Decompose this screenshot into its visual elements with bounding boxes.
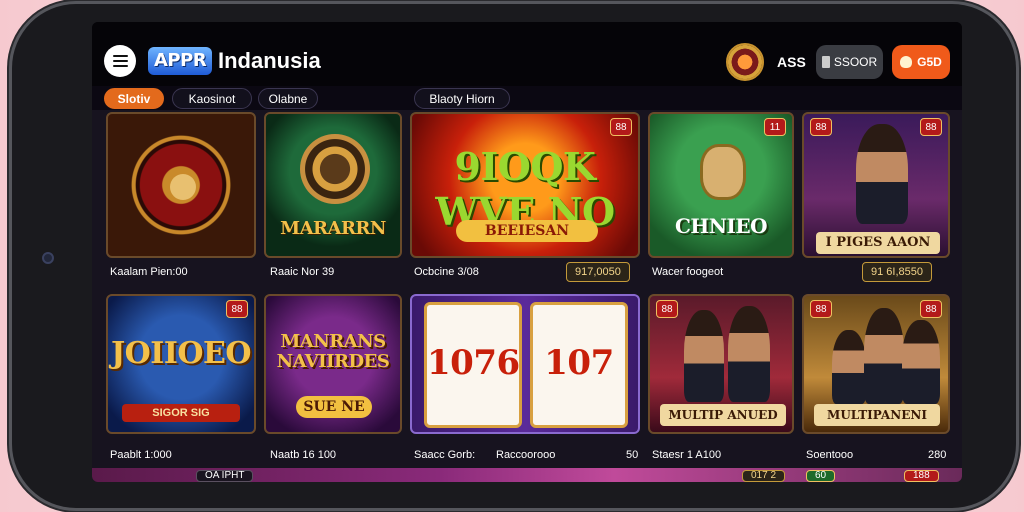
game-grid: Kaalam Pien:00 MARARRN Raaic Nor 39 88 9…: [92, 110, 962, 482]
player-figure: [864, 308, 904, 404]
brand-name: Indanusia: [218, 48, 321, 73]
game-title: MULTIPANENI: [814, 404, 940, 426]
hand-icon: [900, 56, 913, 68]
game-card-slot-reels[interactable]: 1076 107: [410, 294, 640, 434]
deposit-label: G5D: [917, 55, 942, 69]
medallion-icon: [300, 134, 370, 204]
game-card-wvend[interactable]: 88 9IOQK WVE NO BEEIESAN: [410, 112, 640, 258]
hot-badge: 88: [656, 300, 678, 318]
reel-value: 1076: [427, 343, 520, 383]
bottom-badge: OA IPHT: [196, 470, 254, 482]
hot-badge: 88: [920, 300, 942, 318]
game-subtitle: BEEIESAN: [456, 220, 598, 242]
balance-button[interactable]: SSOOR: [816, 45, 883, 79]
game-card-roulette[interactable]: [106, 112, 256, 258]
game-title: JOIIOEO: [110, 336, 252, 371]
bottom-badge: 017 2: [742, 470, 786, 482]
game-caption: Staesr 1 A100: [652, 449, 722, 461]
app-logo[interactable]: APPR: [148, 47, 213, 75]
balance-value: SSOOR: [833, 55, 878, 69]
hot-badge: 11: [764, 118, 786, 136]
game-title: MULTIP ANUED: [660, 404, 786, 426]
player-figure: [684, 310, 724, 402]
user-label: ASS: [777, 54, 806, 70]
game-caption: Paablt 1:000: [110, 449, 172, 461]
game-caption-secondary: Raccoorooo: [496, 449, 556, 461]
game-card-manrans[interactable]: MANRANS NAVIIRDES SUE NE: [264, 294, 402, 434]
game-card-chnieo[interactable]: 11 CHNIEO: [648, 112, 794, 258]
game-card-multip-anued[interactable]: 88 MULTIP ANUED: [648, 294, 794, 434]
bottom-badge: 188: [904, 470, 939, 482]
menu-button[interactable]: [104, 45, 136, 77]
tab-slotiv[interactable]: Slotiv: [104, 88, 164, 109]
game-caption: Kaalam Pien:00: [110, 266, 188, 278]
hot-badge: 88: [610, 118, 632, 136]
hot-badge: 88: [226, 300, 248, 318]
game-caption: Wacer foogeot: [652, 266, 724, 278]
jackpot-pill: 917,0050: [566, 262, 630, 282]
deposit-button[interactable]: G5D: [892, 45, 950, 79]
game-caption: Ocbcine 3/08: [414, 266, 479, 278]
game-title: MARARRN: [280, 218, 386, 239]
player-figure: [902, 320, 940, 404]
game-card-pieces[interactable]: 88 88 I PIGES AAON: [802, 112, 950, 258]
game-title: I PIGES AAON: [816, 232, 940, 254]
game-subtitle: SUE NE: [296, 396, 372, 418]
mask-icon: [700, 144, 746, 200]
app-screen: APPR Indanusia ASS SSOOR G5D Slotiv Kaos…: [92, 22, 962, 482]
hot-badge: 88: [810, 300, 832, 318]
tab-olabne[interactable]: Olabne: [258, 88, 318, 109]
slot-reel-left: 1076: [424, 302, 522, 428]
phone-frame: APPR Indanusia ASS SSOOR G5D Slotiv Kaos…: [12, 4, 1016, 508]
game-caption: Soentooo: [806, 449, 854, 461]
game-caption: Raaic Nor 39: [270, 266, 335, 278]
tab-blaoty-hiorn[interactable]: Blaoty Hiorn: [414, 88, 510, 109]
game-card-mararrn[interactable]: MARARRN: [264, 112, 402, 258]
game-count: 50: [626, 449, 639, 461]
camera-icon: [42, 252, 54, 264]
game-card-joiioeo[interactable]: 88 JOIIOEO SIGOR SIG: [106, 294, 256, 434]
jackpot-pill: 91 6I,8550: [862, 262, 932, 282]
game-caption: Naatb 16 100: [270, 449, 337, 461]
game-title: MANRANS NAVIIRDES: [276, 331, 390, 372]
dealer-figure: [856, 124, 908, 224]
game-caption: Saacc Gorb:: [414, 449, 476, 461]
game-title: CHNIEO: [674, 214, 768, 238]
hamburger-line: [112, 60, 128, 62]
tab-kaosinot[interactable]: Kaosinot: [172, 88, 252, 109]
bottom-badge: 60: [806, 470, 836, 482]
app-header: APPR Indanusia ASS SSOOR G5D: [92, 22, 962, 88]
reel-value: 107: [544, 343, 614, 383]
hamburger-icon: [112, 55, 128, 57]
wallet-icon: [821, 56, 830, 68]
hamburger-line: [112, 65, 128, 67]
user-avatar[interactable]: [726, 43, 764, 81]
game-subtitle: SIGOR SIG: [122, 404, 240, 422]
player-figure: [728, 306, 770, 402]
slot-reel-right: 107: [530, 302, 628, 428]
game-card-multipanen[interactable]: 88 88 MULTIPANENI: [802, 294, 950, 434]
hot-badge: 88: [810, 118, 832, 136]
player-figure: [832, 330, 866, 404]
game-count: 280: [928, 449, 947, 461]
hot-badge: 88: [920, 118, 942, 136]
category-tabs: Slotiv Kaosinot Olabne Blaoty Hiorn: [92, 86, 962, 110]
roulette-icon: [170, 174, 196, 200]
